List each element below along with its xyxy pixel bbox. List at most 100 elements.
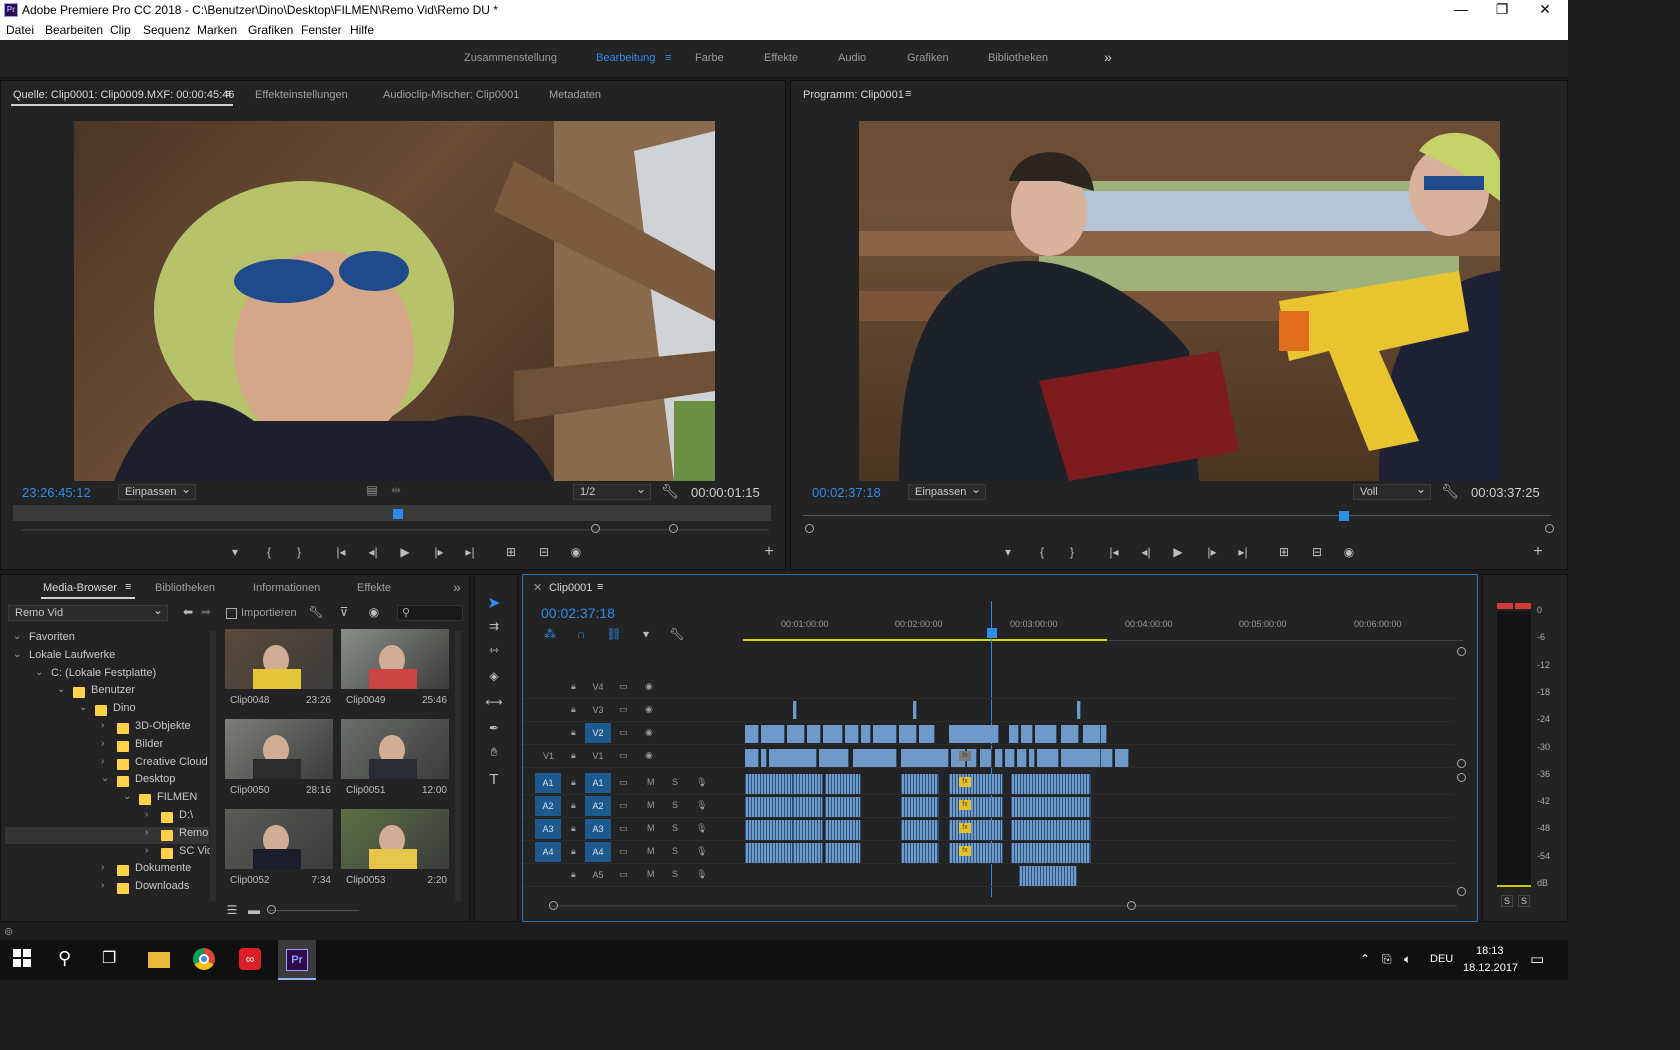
voiceover-mic-icon[interactable]: 🎙︎ <box>696 869 707 880</box>
voiceover-mic-icon[interactable]: 🎙︎ <box>696 823 707 834</box>
workspace-bibliotheken[interactable]: Bibliotheken <box>988 52 1048 64</box>
clip-thumbnail[interactable] <box>225 719 333 779</box>
program-add-button[interactable]: + <box>1529 543 1547 561</box>
sync-lock-icon[interactable]: ▭ <box>619 777 628 788</box>
video-clip[interactable] <box>901 749 949 767</box>
tree-expand-chevron-icon[interactable]: ⌄ <box>13 631 21 642</box>
video-clip[interactable] <box>1101 749 1113 767</box>
track-target-label[interactable]: V4 <box>585 682 611 692</box>
video-clip[interactable] <box>1115 749 1129 767</box>
tree-item[interactable]: D:\ <box>179 809 193 821</box>
menu-hilfe[interactable]: Hilfe <box>350 23 374 37</box>
track-target-label[interactable]: A2 <box>585 796 611 816</box>
view-eye-icon[interactable]: ◉ <box>365 605 383 619</box>
clip-thumbnail[interactable] <box>225 629 333 689</box>
mute-button[interactable]: M <box>647 777 655 787</box>
clock-time[interactable]: 18:13 <box>1476 945 1504 957</box>
add-marker-icon[interactable]: ▾ <box>637 627 655 641</box>
tree-item[interactable]: Dino <box>113 702 136 714</box>
audio-clip[interactable] <box>745 774 793 794</box>
video-clip[interactable] <box>1017 749 1027 767</box>
source-zoom-handle-right[interactable] <box>669 524 678 533</box>
tree-item[interactable]: Lokale Laufwerke <box>29 649 115 661</box>
ripple-edit-tool-icon[interactable]: ⇿ <box>485 643 503 657</box>
audio-clip[interactable] <box>793 797 823 817</box>
tree-expand-chevron-icon[interactable]: ⌄ <box>101 773 109 784</box>
wrench-icon[interactable]: 🔧︎ <box>307 605 325 619</box>
source-step-back-button[interactable]: ◂| <box>364 545 382 559</box>
thumb-size-slider[interactable] <box>269 910 359 911</box>
program-step-back-button[interactable]: ◂| <box>1137 545 1155 559</box>
track-select-tool-icon[interactable]: ⇉ <box>485 619 503 633</box>
tab-program[interactable]: Programm: Clip0001 <box>803 89 904 101</box>
lock-icon[interactable]: 🔒︎ <box>571 800 576 811</box>
audio-clip[interactable] <box>949 820 1003 840</box>
source-panel-menu-icon[interactable]: ≡ <box>225 88 231 100</box>
audio-clip[interactable] <box>1011 843 1091 863</box>
audio-clip[interactable] <box>949 843 1003 863</box>
video-clip[interactable] <box>1101 725 1107 743</box>
video-clip[interactable] <box>1035 725 1057 743</box>
program-settings-wrench-icon[interactable]: 🔧︎ <box>1441 483 1459 500</box>
tree-item[interactable]: Remo <box>179 827 208 839</box>
program-panel-menu-icon[interactable]: ≡ <box>905 88 911 100</box>
close-button[interactable]: ✕ <box>1535 1 1555 18</box>
source-playhead[interactable] <box>393 509 403 519</box>
audio-clip[interactable] <box>825 774 861 794</box>
work-area-bar[interactable] <box>743 639 1107 641</box>
tree-expand-chevron-icon[interactable]: › <box>145 827 148 838</box>
tree-expand-chevron-icon[interactable]: › <box>101 756 104 767</box>
audio-clip[interactable] <box>745 820 793 840</box>
video-clip[interactable] <box>769 749 817 767</box>
video-scroll-handle-top[interactable] <box>1457 647 1466 656</box>
tree-expand-chevron-icon[interactable]: › <box>145 845 148 856</box>
media-browser-menu-icon[interactable]: ≡ <box>125 581 131 593</box>
track-target-label[interactable]: A1 <box>585 773 611 793</box>
timeline-timecode[interactable]: 00:02:37:18 <box>541 605 615 621</box>
filter-icon[interactable]: ⊽ <box>335 605 353 619</box>
solo-button[interactable]: S <box>672 869 678 879</box>
audio-clip[interactable] <box>793 774 823 794</box>
sync-lock-icon[interactable]: ▭ <box>619 846 628 857</box>
audio-clip[interactable] <box>1019 866 1077 886</box>
location-dropdown[interactable]: Remo Vid <box>8 603 168 621</box>
search-icon[interactable]: ⚲ <box>58 948 82 972</box>
video-clip[interactable] <box>1005 749 1015 767</box>
audio-clip[interactable] <box>793 820 823 840</box>
creative-cloud-icon[interactable]: ∞ <box>239 948 263 972</box>
program-resolution-dropdown[interactable]: Voll <box>1353 482 1431 500</box>
search-input[interactable]: ⚲ <box>397 605 463 621</box>
icon-view-icon[interactable]: ▬ <box>245 903 263 917</box>
menu-bearbeiten[interactable]: Bearbeiten <box>45 23 103 37</box>
solo-button[interactable]: S <box>672 823 678 833</box>
eye-visibility-icon[interactable]: ◉ <box>645 727 653 738</box>
voiceover-mic-icon[interactable]: 🎙︎ <box>696 777 707 788</box>
track-target-label[interactable]: V1 <box>585 751 611 761</box>
language-indicator[interactable]: DEU <box>1430 953 1453 965</box>
video-clip[interactable] <box>1037 749 1059 767</box>
tree-item[interactable]: 3D-Objekte <box>135 720 191 732</box>
video-clip[interactable] <box>1077 701 1081 719</box>
tree-item[interactable]: C: (Lokale Festplatte) <box>51 667 156 679</box>
source-scrub-bar[interactable] <box>13 505 771 521</box>
menu-grafiken[interactable]: Grafiken <box>248 23 293 37</box>
tab-media-browser[interactable]: Media-Browser <box>43 582 117 594</box>
audio-clip[interactable] <box>745 797 793 817</box>
timeline-menu-icon[interactable]: ≡ <box>597 581 603 593</box>
audio-clip[interactable] <box>825 797 861 817</box>
workspace-effekte[interactable]: Effekte <box>764 52 798 64</box>
tree-expand-chevron-icon[interactable]: › <box>101 738 104 749</box>
video-clip[interactable] <box>899 725 917 743</box>
mute-button[interactable]: M <box>647 846 655 856</box>
video-clip[interactable] <box>787 725 805 743</box>
tab-informationen[interactable]: Informationen <box>253 582 320 594</box>
source-resolution-dropdown[interactable]: 1/2 <box>573 482 651 500</box>
source-mark-in-button[interactable]: { <box>260 545 278 559</box>
video-clip[interactable] <box>873 725 897 743</box>
lock-icon[interactable]: 🔒︎ <box>571 750 576 761</box>
voiceover-mic-icon[interactable]: 🎙︎ <box>696 846 707 857</box>
lock-icon[interactable]: 🔒︎ <box>571 846 576 857</box>
clip-thumbnail[interactable] <box>341 719 449 779</box>
audio-clip[interactable] <box>901 843 939 863</box>
voiceover-mic-icon[interactable]: 🎙︎ <box>696 800 707 811</box>
